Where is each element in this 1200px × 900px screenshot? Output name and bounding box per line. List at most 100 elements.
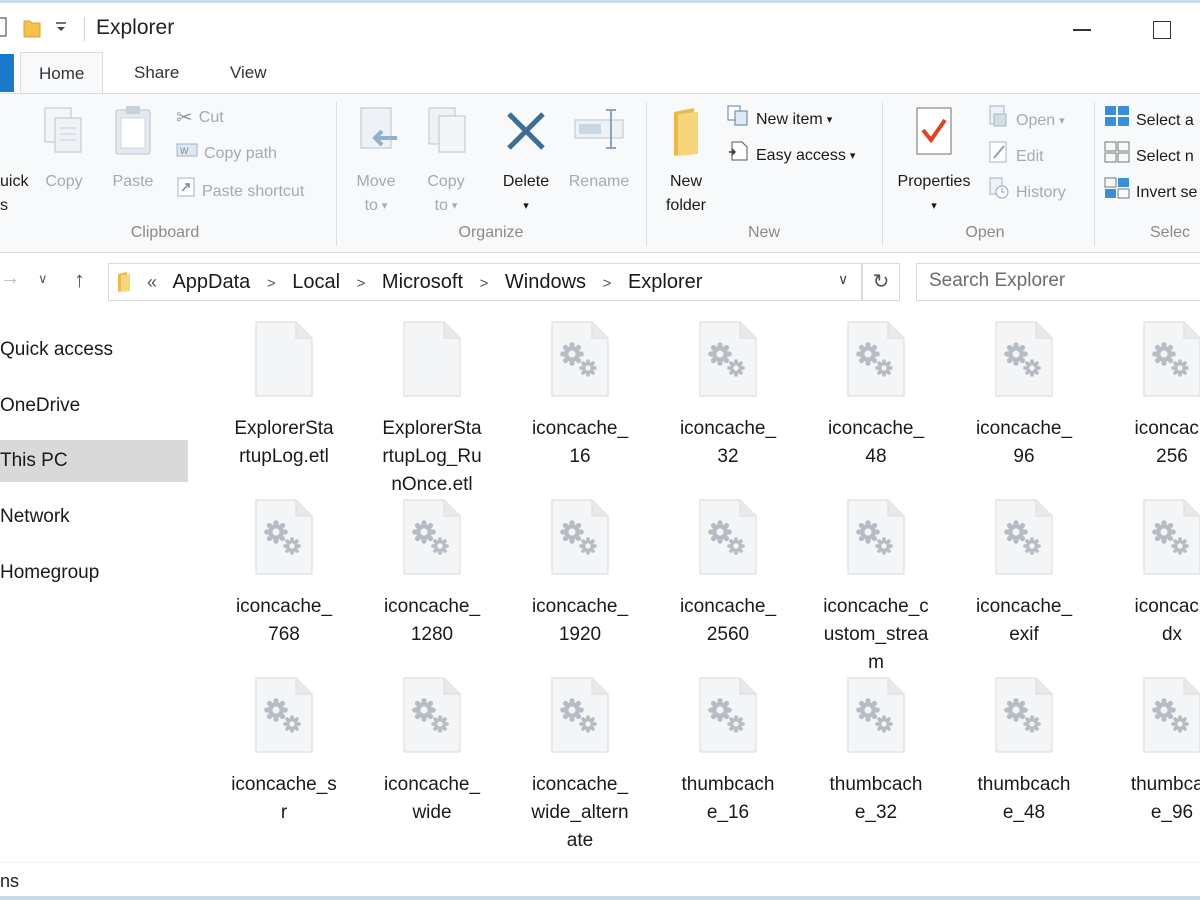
file-item[interactable]: iconcache_ exif — [950, 498, 1098, 649]
edit-button[interactable]: Edit — [988, 140, 1044, 168]
file-item[interactable]: iconcache_ 768 — [210, 498, 358, 649]
up-arrow-icon[interactable]: ↑ — [74, 267, 85, 293]
breadcrumb-item[interactable]: Local — [292, 271, 340, 293]
cut-button[interactable]: ✂ Cut — [176, 104, 224, 132]
file-item[interactable]: iconcache_c ustom_strea m — [802, 498, 950, 677]
move-to-button[interactable]: Move to ▾ — [346, 104, 406, 218]
file-item[interactable]: iconcache_ wide — [358, 676, 506, 827]
rename-button[interactable]: Rename — [564, 104, 634, 194]
copy-path-button[interactable]: W Copy path — [176, 140, 277, 168]
file-item[interactable]: iconcache_s r — [210, 676, 358, 827]
nav-item-quick-access[interactable]: Quick access — [0, 329, 188, 371]
file-item[interactable]: iconcache_ 96 — [950, 320, 1098, 471]
nav-item-homegroup[interactable]: Homegroup — [0, 552, 188, 594]
nav-item-onedrive[interactable]: OneDrive — [0, 385, 188, 427]
file-name: thumbcach e_32 — [802, 771, 950, 827]
file-item[interactable]: thumbcach e_48 — [950, 676, 1098, 827]
file-item[interactable]: thumbcac e_96 — [1098, 676, 1200, 827]
blank-file-icon — [210, 320, 358, 403]
select-all-button[interactable]: Select a — [1104, 104, 1194, 132]
file-name: iconcach 256 — [1098, 415, 1200, 471]
file-item[interactable]: iconcache_ 16 — [506, 320, 654, 471]
easy-access-button[interactable]: Easy access ▾ — [726, 140, 855, 168]
file-name-line: iconcach — [1134, 418, 1200, 439]
new-item-button[interactable]: New item ▾ — [726, 104, 832, 132]
nav-item-network[interactable]: Network — [0, 496, 188, 538]
breadcrumb-chevron-icon[interactable]: > — [267, 275, 276, 292]
file-name-line: wide — [412, 802, 452, 823]
system-file-icon — [358, 498, 506, 581]
file-name: iconcache_s r — [210, 771, 358, 827]
customize-toolbar-icon[interactable] — [54, 21, 68, 40]
delete-x-icon — [507, 112, 545, 150]
tab-share[interactable]: Share — [116, 52, 197, 94]
file-item[interactable]: iconcache_ 2560 — [654, 498, 802, 649]
new-item-label: New item — [756, 111, 823, 128]
system-file-icon — [506, 320, 654, 403]
paste-shortcut-button[interactable]: Paste shortcut — [176, 176, 304, 204]
breadcrumb-chevron-icon[interactable]: > — [480, 275, 489, 292]
breadcrumb-item[interactable]: Microsoft — [382, 271, 463, 293]
paste-button[interactable]: Paste — [104, 104, 162, 194]
breadcrumb-item[interactable]: Windows — [505, 271, 586, 293]
breadcrumb-chevron-icon[interactable]: > — [357, 275, 366, 292]
new-folder-label-2: folder — [665, 197, 707, 214]
file-name: thumbcach e_48 — [950, 771, 1098, 827]
properties-button[interactable]: Properties ▾ — [890, 104, 978, 218]
file-item[interactable]: ExplorerSta rtupLog.etl — [210, 320, 358, 471]
delete-button[interactable]: Delete ▾ — [496, 104, 556, 218]
file-name-line: e_16 — [706, 802, 750, 823]
nav-item-this-pc[interactable]: This PC — [0, 440, 188, 482]
new-folder-button[interactable]: New folder — [654, 104, 718, 218]
system-file-icon — [654, 676, 802, 759]
invert-selection-button[interactable]: Invert se — [1104, 176, 1197, 204]
maximize-button[interactable] — [1140, 11, 1184, 47]
copy-button[interactable]: Copy — [36, 104, 92, 194]
properties-label: Properties — [897, 173, 971, 190]
file-item[interactable]: iconcache_ 48 — [802, 320, 950, 471]
edit-pencil-icon — [988, 140, 1010, 174]
breadcrumb-chevron-icon[interactable]: > — [603, 275, 612, 292]
file-item[interactable]: iconcache_ 32 — [654, 320, 802, 471]
copy-to-button[interactable]: Copy to ▾ — [416, 104, 476, 218]
file-item[interactable]: ExplorerSta rtupLog_Ru nOnce.etl — [358, 320, 506, 499]
file-grid: ExplorerSta rtupLog.etl ExplorerSta rtupLog… — [210, 320, 1200, 860]
forward-arrow-icon[interactable]: → — [0, 267, 20, 290]
copy-to-label-2: to — [434, 197, 448, 215]
file-item[interactable]: iconcache_ 1920 — [506, 498, 654, 649]
address-bar[interactable]: « AppData > Local > Microsoft > Windows … — [108, 263, 862, 301]
svg-text:W: W — [180, 146, 189, 156]
file-item[interactable]: thumbcach e_16 — [654, 676, 802, 827]
tab-home[interactable]: Home — [20, 52, 104, 95]
file-item[interactable]: iconcache_ wide_altern ate — [506, 676, 654, 855]
title-separator — [84, 17, 85, 41]
select-all-label: Select a — [1136, 112, 1194, 129]
new-folder-icon[interactable] — [22, 17, 42, 44]
tab-file[interactable] — [0, 54, 14, 92]
search-box[interactable] — [916, 263, 1200, 301]
new-group-label: New — [747, 224, 780, 241]
status-bar: ns — [0, 862, 1200, 900]
history-button[interactable]: History — [988, 176, 1066, 204]
refresh-icon[interactable]: ↻ — [862, 263, 900, 301]
easy-access-icon — [726, 140, 750, 172]
properties-icon[interactable] — [0, 17, 8, 44]
open-button[interactable]: Open ▾ — [988, 104, 1065, 132]
breadcrumb-item[interactable]: Explorer — [628, 271, 702, 293]
breadcrumb-item[interactable]: AppData — [172, 271, 250, 293]
file-item[interactable]: thumbcach e_32 — [802, 676, 950, 827]
search-input[interactable] — [929, 264, 1199, 298]
properties-check-icon — [916, 107, 952, 155]
tab-view[interactable]: View — [212, 52, 285, 94]
minimize-button[interactable] — [1060, 11, 1104, 47]
select-none-button[interactable]: Select n — [1104, 140, 1194, 168]
file-name-line: thumbcach — [681, 774, 775, 795]
address-dropdown-chevron-icon[interactable]: ∨ — [838, 271, 848, 288]
file-item[interactable]: iconcache_ 1280 — [358, 498, 506, 649]
pin-quick-access-button[interactable]: uick s — [0, 104, 30, 218]
file-item[interactable]: iconcach dx — [1098, 498, 1200, 649]
recent-locations-chevron-icon[interactable]: ∨ — [38, 271, 48, 287]
breadcrumb-overflow[interactable]: « — [147, 272, 157, 292]
copy-icon — [44, 107, 82, 153]
file-item[interactable]: iconcach 256 — [1098, 320, 1200, 471]
